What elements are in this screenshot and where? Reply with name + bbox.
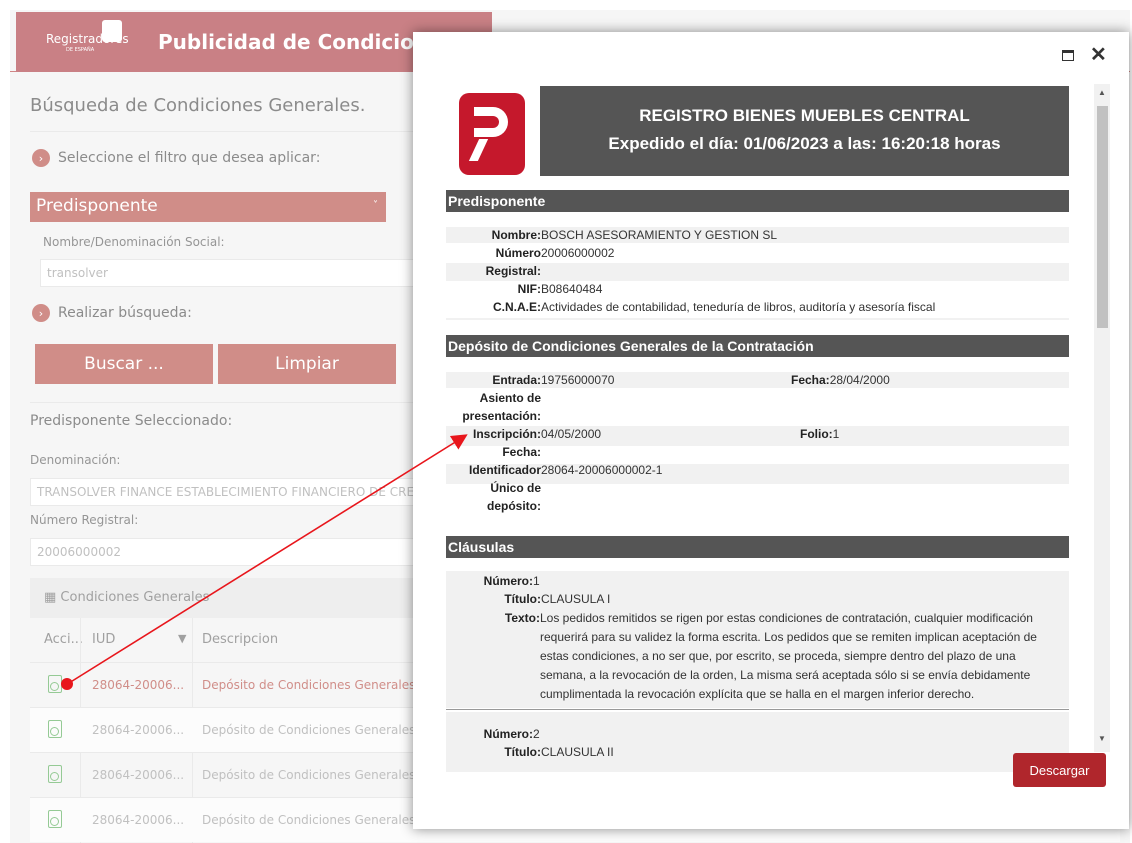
asiento-row: Asiento de (479, 391, 541, 405)
registry-title: REGISTRO BIENES MUEBLES CENTRAL (639, 106, 970, 125)
unico-row: Único de (490, 481, 541, 495)
search-button[interactable]: Buscar ... (35, 344, 213, 384)
brand-subtitle: DE ESPAÑA (66, 47, 95, 53)
download-button[interactable]: Descargar (1013, 753, 1106, 787)
scroll-down-icon[interactable]: ▼ (1098, 734, 1106, 743)
step-filter-label: Seleccione el filtro que desea aplicar: (58, 150, 321, 166)
registradores-r-logo (459, 93, 525, 175)
cnae-row: C.N.A.E:Actividades de contabilidad, ten… (493, 300, 936, 314)
row-iud: 28064-20006... (92, 813, 185, 827)
row-desc: Depósito de Condiciones Generales (202, 813, 416, 827)
panel-title: Condiciones Generales (60, 590, 210, 605)
divider (30, 402, 420, 403)
arrow-right-icon: › (32, 304, 50, 322)
scroll-up-icon[interactable]: ▲ (1098, 88, 1106, 97)
clause-band (446, 712, 1069, 772)
presentacion-row: presentación: (462, 409, 541, 423)
selected-title: Predisponente Seleccionado: (30, 413, 233, 429)
document-viewer[interactable]: REGISTRO BIENES MUEBLES CENTRAL Expedido… (413, 84, 1110, 772)
row-iud: 28064-20006... (92, 678, 185, 692)
step-filter: › Seleccione el filtro que desea aplicar… (32, 149, 320, 167)
vertical-scrollbar[interactable]: ▲ ▼ (1094, 84, 1110, 752)
name-label: Nombre/Denominación Social: (43, 235, 225, 249)
numero-row: Número20006000002 (495, 246, 615, 260)
r-logo-icon (102, 20, 122, 42)
page-heading: Búsqueda de Condiciones Generales. (30, 95, 366, 116)
section-predisponente: Predisponente (446, 190, 1069, 212)
col-iud[interactable]: IUD (92, 632, 115, 647)
clause1-numero: Número:1 (483, 574, 540, 588)
deposito-row: depósito: (487, 499, 541, 513)
nombre-row: Nombre:BOSCH ASESORAMIENTO Y GESTION SL (491, 228, 778, 242)
filter-icon[interactable]: ▼ (178, 632, 186, 645)
step-search-label: Realizar búsqueda: (58, 305, 192, 321)
entrada-row: Entrada:19756000070 (492, 373, 615, 387)
fecha-inscripcion-row: Fecha: (502, 445, 541, 459)
clause1-titulo: Título:CLAUSULA I (504, 592, 611, 606)
arrow-right-icon: › (32, 149, 50, 167)
row-band (446, 318, 1069, 320)
clause2-titulo: Título:CLAUSULA II (504, 745, 614, 759)
divider (30, 131, 420, 132)
chevron-down-icon: ˅ (373, 200, 378, 211)
registradores-logo[interactable]: Registradores DE ESPAÑA (46, 20, 129, 53)
step-search: › Realizar búsqueda: (32, 304, 192, 322)
fecha-row: Fecha:28/04/2000 (791, 373, 890, 387)
view-document-icon[interactable] (48, 765, 62, 783)
clear-button[interactable]: Limpiar (218, 344, 396, 384)
clause1-texto: Los pedidos remitidos se rigen por estas… (540, 611, 1037, 701)
identificador-row: Identificador28064-20006000002-1 (468, 463, 663, 477)
registral-row: Registral: (485, 264, 541, 278)
row-desc: Depósito de Condiciones Generales (202, 678, 416, 692)
maximize-icon[interactable] (1062, 50, 1074, 61)
clause2-numero: Número:2 (483, 727, 540, 741)
numero-registral-label: Número Registral: (30, 513, 139, 527)
row-desc: Depósito de Condiciones Generales (202, 723, 416, 737)
row-iud: 28064-20006... (92, 768, 185, 782)
document-modal: ✕ REGISTRO BIENES MUEBLES CENTRAL Expedi… (413, 32, 1129, 829)
clause-divider (446, 709, 1069, 710)
col-descripcion[interactable]: Descripcion (202, 632, 278, 647)
name-input[interactable]: transolver (40, 259, 420, 287)
denominacion-label: Denominación: (30, 453, 121, 467)
numero-registral-field: 20006000002 (30, 538, 420, 566)
table-icon: ▦ (44, 590, 61, 605)
document-header: REGISTRO BIENES MUEBLES CENTRAL Expedido… (540, 86, 1069, 176)
view-document-icon[interactable] (48, 810, 62, 828)
row-iud: 28064-20006... (92, 723, 185, 737)
row-desc: Depósito de Condiciones Generales (202, 768, 416, 782)
clause1-texto-label: Texto: (504, 611, 540, 625)
section-clausulas: Cláusulas (446, 536, 1069, 558)
filter-select[interactable]: Predisponente ˅ (30, 192, 386, 222)
section-deposito: Depósito de Condiciones Generales de la … (446, 335, 1069, 357)
close-icon[interactable]: ✕ (1090, 42, 1107, 67)
folio-row: Folio:1 (800, 427, 840, 441)
view-document-icon[interactable] (48, 675, 62, 693)
inscripcion-row: Inscripción:04/05/2000 (472, 427, 602, 441)
col-acciones[interactable]: Acci... (44, 632, 83, 647)
view-document-icon[interactable] (48, 720, 62, 738)
nif-row: NIF:B08640484 (517, 282, 603, 296)
denominacion-field: TRANSOLVER FINANCE ESTABLECIMIENTO FINAN… (30, 478, 420, 506)
scrollbar-thumb[interactable] (1097, 106, 1108, 328)
filter-select-value: Predisponente (36, 196, 158, 216)
issued-date: Expedido el día: 01/06/2023 a las: 16:20… (608, 134, 1001, 153)
